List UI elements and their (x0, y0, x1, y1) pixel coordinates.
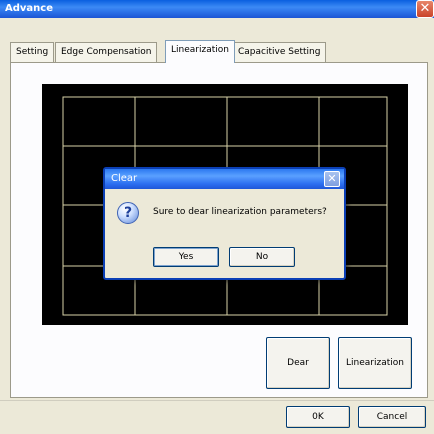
clear-button[interactable]: Dear (266, 337, 330, 389)
tab-label: Capacitive Setting (238, 47, 321, 57)
cancel-label: Cancel (376, 412, 408, 422)
yes-button[interactable]: Yes (153, 247, 219, 267)
clear-dialog: Clear ✕ ? Sure to dear linearization par… (103, 167, 346, 280)
question-glyph: ? (123, 205, 133, 221)
close-icon: ✕ (419, 1, 431, 16)
question-icon: ? (117, 202, 139, 224)
clear-label: Dear (287, 358, 309, 368)
dialog-message: Sure to dear linearization parameters? (153, 207, 327, 217)
tab-capacitive-setting[interactable]: Capacitive Setting (232, 42, 327, 62)
tab-edge-compensation[interactable]: Edge Compensation (55, 42, 158, 62)
dialog-title: Clear (111, 173, 138, 184)
close-icon: ✕ (327, 172, 337, 185)
yes-label: Yes (178, 252, 194, 262)
ok-label: 0K (312, 412, 324, 422)
dialog-titlebar[interactable]: Clear ✕ (105, 169, 344, 189)
tab-setting[interactable]: Setting (10, 42, 55, 62)
tab-label: Linearization (171, 45, 229, 55)
window-titlebar[interactable]: Advance ✕ (0, 0, 434, 18)
tab-linearization[interactable]: Linearization (165, 40, 235, 63)
linearization-label: Linearization (346, 358, 404, 368)
tab-label: Edge Compensation (61, 47, 152, 57)
advance-window: Advance ✕ Setting Edge Compensation Line… (0, 0, 434, 434)
window-close-button[interactable]: ✕ (416, 0, 434, 18)
linearization-button[interactable]: Linearization (338, 337, 412, 389)
window-title: Advance (5, 3, 53, 14)
no-button[interactable]: No (229, 247, 295, 267)
no-label: No (255, 252, 269, 262)
ok-button[interactable]: 0K (286, 406, 350, 428)
dialog-close-button[interactable]: ✕ (324, 171, 340, 187)
cancel-button[interactable]: Cancel (358, 406, 426, 428)
tab-label: Setting (16, 47, 49, 57)
footer-divider (0, 400, 434, 401)
